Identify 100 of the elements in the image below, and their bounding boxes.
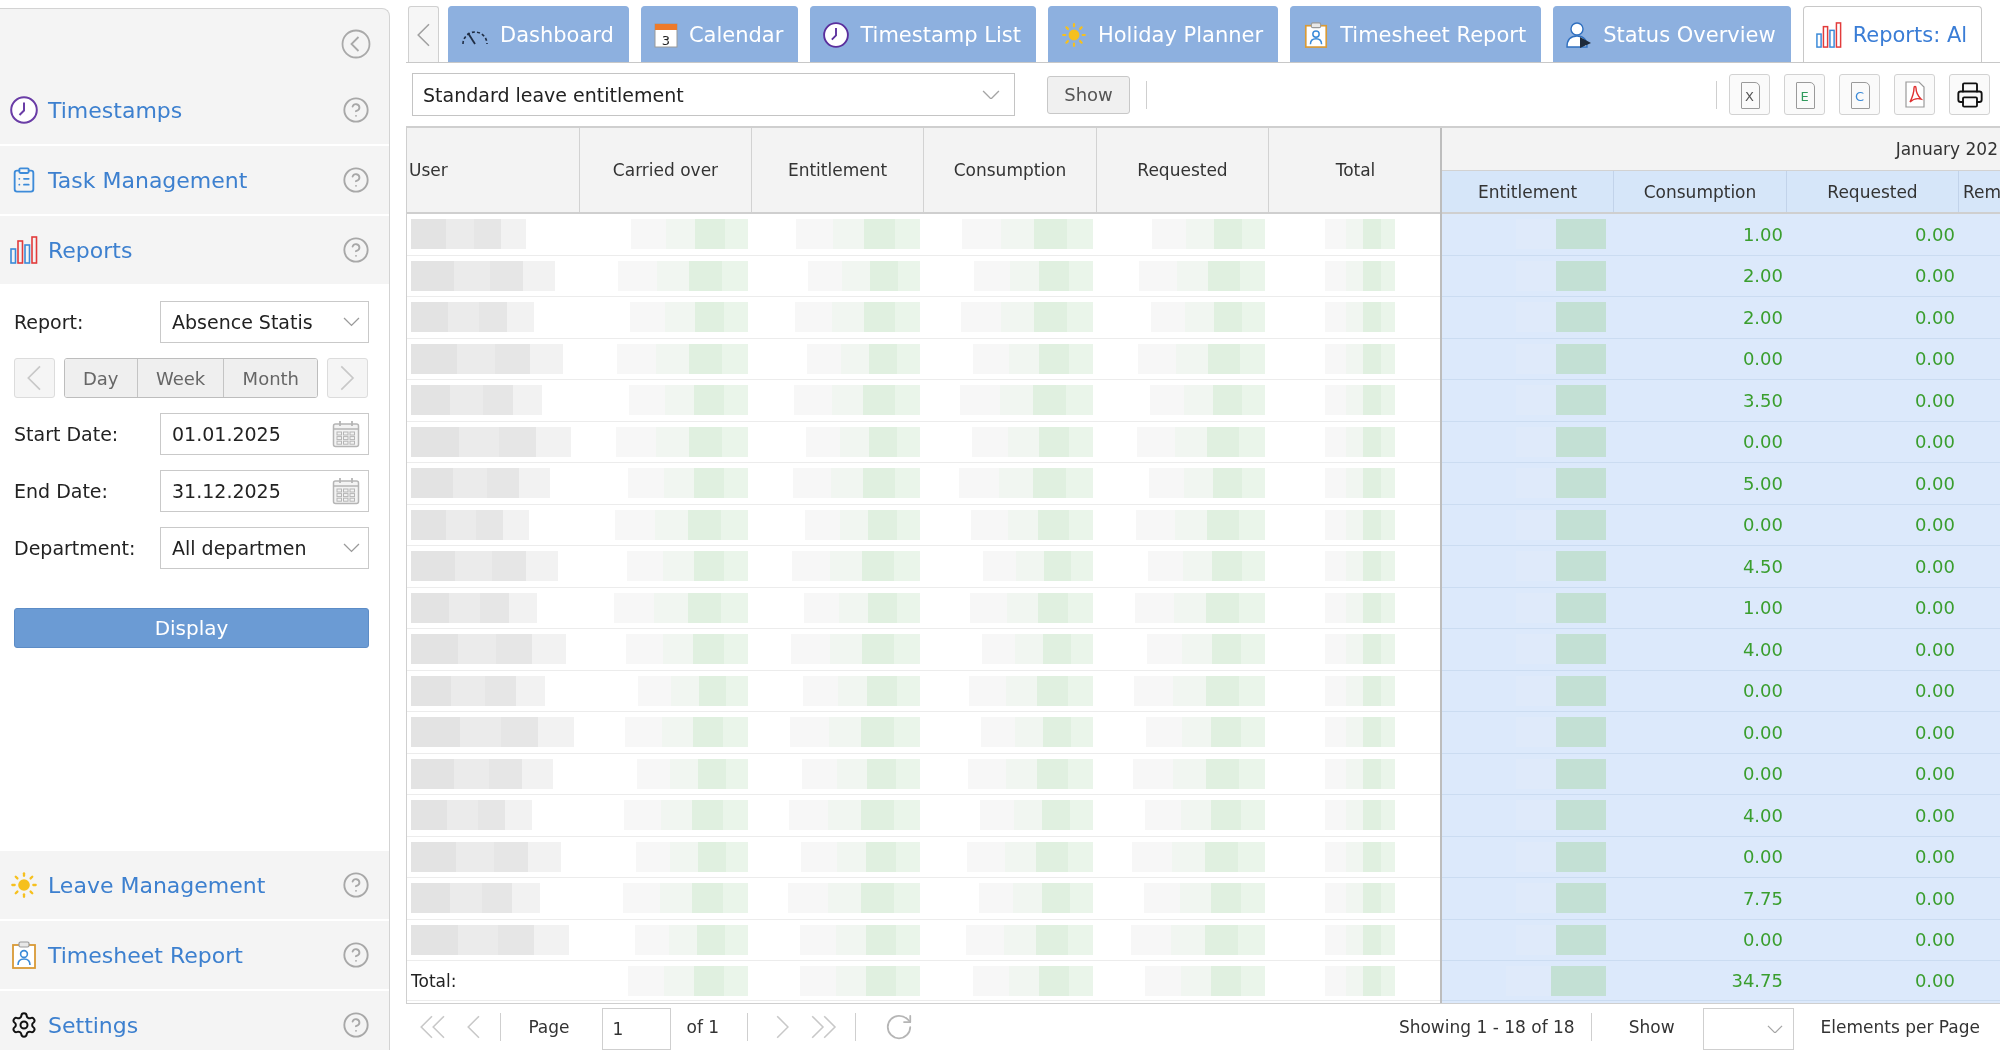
table-cell: 3.50 <box>1742 389 1783 411</box>
table-cell: 5.00 <box>1742 472 1783 494</box>
help-icon[interactable] <box>342 1011 370 1039</box>
table-cell: 0.00 <box>1914 846 1955 868</box>
pixelated-block <box>1325 883 1395 914</box>
sidebar-item[interactable]: Settings <box>10 1011 139 1039</box>
table-cell: 0.00 <box>1914 223 1955 245</box>
per-page-label: Elements per Page <box>1820 1017 1980 1037</box>
table-cell: 0.00 <box>1914 638 1955 660</box>
first-page-icon[interactable] <box>420 1015 446 1039</box>
next-page-icon[interactable] <box>776 1015 790 1039</box>
help-icon[interactable] <box>342 166 370 194</box>
sidebar-item[interactable]: Timestamps <box>10 96 183 124</box>
field-label: Start Date: <box>14 423 119 445</box>
export-button[interactable]: X <box>1729 74 1770 115</box>
table-cell: 7.75 <box>1742 887 1783 909</box>
date-field[interactable]: 01.01.2025 <box>160 413 369 455</box>
page-size-select[interactable] <box>1702 1008 1794 1050</box>
table-cell: 0.00 <box>1742 929 1783 951</box>
table-cell: 4.00 <box>1742 804 1783 826</box>
table-cell: 0.00 <box>1914 265 1955 287</box>
table-cell: 4.00 <box>1742 638 1783 660</box>
report-select[interactable]: Standard leave entitlement <box>412 73 1015 116</box>
pixelated-block <box>1325 509 1395 540</box>
table-cell: 0.00 <box>1914 514 1955 536</box>
date-field[interactable]: 31.12.2025 <box>160 470 369 512</box>
last-page-icon[interactable] <box>811 1015 837 1039</box>
table-cell: 0.00 <box>1742 431 1783 453</box>
bar-chart-icon <box>1815 22 1842 48</box>
column-header[interactable]: Requested <box>1787 171 1959 212</box>
previous-button[interactable] <box>14 358 55 398</box>
sidebar-item[interactable]: Leave Management <box>10 871 266 899</box>
previous-page-icon[interactable] <box>467 1015 481 1039</box>
scroll-tabs-button[interactable] <box>408 6 439 62</box>
sidebar-item[interactable]: Task Management <box>10 166 248 194</box>
sun-icon <box>1061 21 1087 48</box>
table-cell: 0.00 <box>1742 514 1783 536</box>
collapse-icon[interactable] <box>341 29 371 59</box>
chevron-left-icon <box>416 22 431 47</box>
export-button[interactable] <box>1894 74 1935 115</box>
column-header[interactable]: Rem <box>1959 171 2000 212</box>
column-header[interactable]: Consumption <box>924 128 1097 212</box>
pixelated-block <box>1325 260 1395 291</box>
calendar-icon[interactable] <box>332 477 360 505</box>
help-icon[interactable] <box>342 941 370 969</box>
table-cell: 0.00 <box>1914 680 1955 702</box>
sidebar-item[interactable]: Timesheet Report <box>10 941 243 969</box>
record-summary: Showing 1 - 18 of 18 <box>1398 1017 1575 1037</box>
page-input[interactable]: 1 <box>601 1008 671 1050</box>
export-button[interactable]: C <box>1839 74 1880 115</box>
pixelated-block <box>1325 634 1395 665</box>
pixelated-block <box>1325 841 1395 872</box>
column-header[interactable]: Entitlement <box>1442 171 1614 212</box>
table-cell: 0.00 <box>1914 555 1955 577</box>
column-header[interactable]: User <box>407 128 580 212</box>
chevron-left-icon <box>27 365 42 391</box>
table-cell: 0.00 <box>1914 306 1955 328</box>
dropdown-field[interactable]: Absence Statis <box>160 301 369 343</box>
clock-icon <box>10 96 38 124</box>
caret-icon <box>1766 1024 1783 1034</box>
tab[interactable]: 3 Calendar <box>640 6 799 62</box>
table-cell: 0.00 <box>1742 721 1783 743</box>
show-button[interactable]: Show <box>1047 75 1130 114</box>
next-button[interactable] <box>327 358 368 398</box>
printer-icon <box>1955 80 1984 109</box>
column-header[interactable]: Entitlement <box>752 128 924 212</box>
caret-icon <box>343 543 360 553</box>
help-icon[interactable] <box>342 871 370 899</box>
column-header[interactable]: Consumption <box>1614 171 1787 212</box>
dropdown-field[interactable]: All departmen <box>160 527 369 569</box>
table-cell: 0.00 <box>1742 680 1783 702</box>
show-label: Show <box>1628 1017 1675 1037</box>
pixelated-block <box>1325 758 1395 789</box>
table-cell: 0.00 <box>1742 348 1783 370</box>
print-button[interactable] <box>1949 74 1990 115</box>
table-cell: 1.00 <box>1742 223 1783 245</box>
sidebar-item[interactable]: Reports <box>10 236 133 264</box>
column-header[interactable]: Requested <box>1097 128 1269 212</box>
period-tab[interactable]: Month <box>224 359 318 397</box>
pixelated-block <box>1325 965 1395 996</box>
pixelated-block <box>1325 924 1395 955</box>
month-header: January 202 <box>1895 139 1998 159</box>
help-icon[interactable] <box>342 236 370 264</box>
help-icon[interactable] <box>342 96 370 124</box>
period-tab[interactable]: Day <box>64 359 138 397</box>
table-cell: 2.00 <box>1742 265 1783 287</box>
pixelated-block <box>1325 800 1395 831</box>
table-cell: 34.75 <box>1731 970 1783 991</box>
page-label: Page <box>528 1017 570 1037</box>
table-cell: 0.00 <box>1914 389 1955 411</box>
table-cell: 1.00 <box>1742 597 1783 619</box>
pixelated-block <box>1325 468 1395 499</box>
export-button[interactable]: E <box>1784 74 1825 115</box>
page-count: of 1 <box>686 1017 720 1037</box>
tab[interactable]: Reports: Al <box>1802 6 1983 62</box>
column-header[interactable]: Carried over <box>580 128 752 212</box>
table-cell: 0.00 <box>1914 721 1955 743</box>
calendar-icon[interactable] <box>332 420 360 448</box>
period-tab[interactable]: Week <box>137 359 225 397</box>
table-cell: 0.00 <box>1742 763 1783 785</box>
